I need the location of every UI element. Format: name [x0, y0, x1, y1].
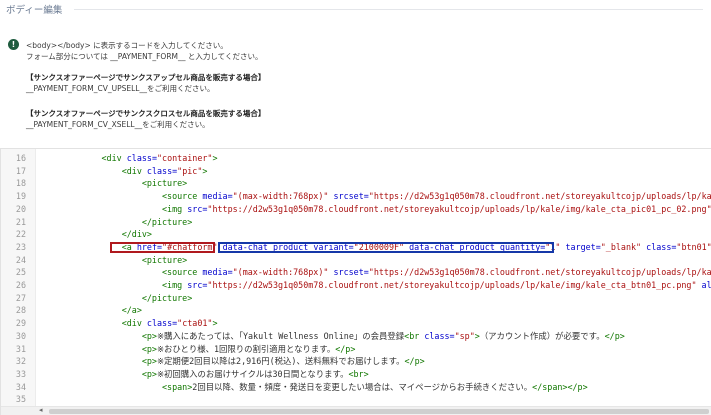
code-line[interactable]: 27 </picture>	[1, 293, 711, 304]
code-line[interactable]: 17 <div class="pic">	[1, 166, 711, 177]
code-text: <source media="(max-width:768px)" srcset…	[162, 191, 711, 202]
info-line-4: __PAYMENT_FORM_CV_UPSELL__をご利用ください。	[26, 84, 215, 93]
code-editor[interactable]: 16 <div class="container"> 17 <div class=…	[0, 148, 711, 415]
line-number: 35	[15, 394, 26, 405]
line-number: 24	[15, 254, 26, 265]
scroll-left-icon[interactable]: ◂	[39, 406, 43, 414]
code-text: </a>	[121, 305, 142, 316]
code-line[interactable]: 33 <p>※初回購入のお届けサイクルは30日間となります。<br>	[1, 369, 711, 380]
line-number: 29	[15, 318, 26, 329]
code-text: <img src="https://d2w53g1q050m78.cloudfr…	[162, 280, 711, 290]
line-number: 25	[15, 267, 26, 278]
code-text: <div class="cta01">	[121, 318, 218, 329]
section-title: ボディー編集	[6, 5, 63, 16]
line-number: 21	[15, 216, 26, 227]
code-line[interactable]: 30 <p>※購入にあたっては、「Yakult Wellness Online」…	[1, 331, 711, 342]
code-text: <picture>	[141, 254, 188, 265]
code-text: </div>	[121, 229, 152, 240]
code-line[interactable]: 22 </div>	[1, 229, 711, 240]
code-text: <source media="(max-width:768px)" srcset…	[162, 267, 711, 278]
info-line-3: 【サンクスオファーページでサンクスアップセル商品を販売する場合】	[26, 73, 266, 82]
code-text: <img src="https://d2w53g1q050m78.cloudfr…	[162, 203, 711, 214]
code-line[interactable]: 29 <div class="cta01">	[1, 318, 711, 329]
code-line[interactable]: 21 </picture>	[1, 217, 711, 228]
code-text: <p>※初回購入のお届けサイクルは30日間となります。<br>	[141, 368, 369, 379]
line-number: 18	[15, 178, 26, 189]
code-line[interactable]: 24 <picture>	[1, 255, 711, 266]
line-number: 28	[15, 305, 26, 316]
line-number: 20	[15, 203, 26, 214]
code-text: <span>2回目以降、数量・頻度・発送日を変更したい場合は、マイページからお手…	[162, 381, 588, 392]
line-number: 34	[15, 381, 26, 392]
line-number: 22	[15, 229, 26, 240]
info-line-1: <body></body> に表示するコードを入力してください。	[26, 41, 228, 50]
code-line[interactable]: 25 <source media="(max-width:768px)" src…	[1, 267, 711, 278]
line-number: 19	[15, 191, 26, 202]
code-line[interactable]: 31 <p>※おひとり様、1回限りの割引適用となります。</p>	[1, 344, 711, 355]
code-text: <p>※購入にあたっては、「Yakult Wellness Online」の会員…	[141, 330, 625, 341]
code-line[interactable]: 35	[1, 394, 711, 405]
code-text: <p>※定期便2回目以降は2,916円(税込)、送料無料でお届けします。</p>	[141, 356, 425, 367]
code-line[interactable]: 19 <source media="(max-width:768px)" src…	[1, 191, 711, 202]
code-line[interactable]: 32 <p>※定期便2回目以降は2,916円(税込)、送料無料でお届けします。<…	[1, 356, 711, 367]
line-number: 16	[15, 153, 26, 163]
line-number: 32	[15, 356, 26, 367]
code-line[interactable]: 26 <img src="https://d2w53g1q050m78.clou…	[1, 280, 711, 291]
line-number: 31	[15, 343, 26, 354]
highlight-href-box	[110, 241, 215, 253]
code-text: <div class="container">	[101, 153, 218, 163]
code-text: </picture>	[141, 216, 193, 227]
code-text: <div class="pic">	[121, 165, 208, 176]
line-number: 33	[15, 368, 26, 379]
info-line-5: 【サンクスオファーページでサンクスクロスセル商品を販売する場合】	[26, 109, 266, 118]
code-line[interactable]: 20 <img src="https://d2w53g1q050m78.clou…	[1, 204, 711, 215]
line-number: 30	[15, 330, 26, 341]
code-line[interactable]: 34 <span>2回目以降、数量・頻度・発送日を変更したい場合は、マイページか…	[1, 382, 711, 393]
code-text: </picture>	[141, 292, 193, 303]
code-text: <picture>	[141, 178, 188, 189]
section-divider	[74, 9, 703, 10]
scrollbar-thumb[interactable]	[49, 409, 709, 414]
line-number: 23	[15, 241, 26, 252]
info-line-6: __PAYMENT_FORM_CV_XSELL__をご利用ください。	[26, 120, 210, 129]
line-number: 27	[15, 292, 26, 303]
code-line[interactable]: 16 <div class="container">	[1, 153, 711, 164]
code-text: <p>※おひとり様、1回限りの割引適用となります。</p>	[141, 343, 356, 354]
line-number: 17	[15, 165, 26, 176]
section-header: ボディー編集	[6, 0, 711, 18]
highlight-data-attributes-box	[218, 241, 554, 253]
info-icon: !	[8, 39, 19, 50]
code-line[interactable]: 18 <picture>	[1, 178, 711, 189]
code-line[interactable]: 23 <a href="#chatform" data-chat_product…	[1, 241, 711, 253]
code-line[interactable]: 28 </a>	[1, 305, 711, 316]
info-line-2: フォーム部分については __PAYMENT_FORM__ と入力してください。	[26, 52, 263, 61]
line-number: 26	[15, 280, 26, 290]
